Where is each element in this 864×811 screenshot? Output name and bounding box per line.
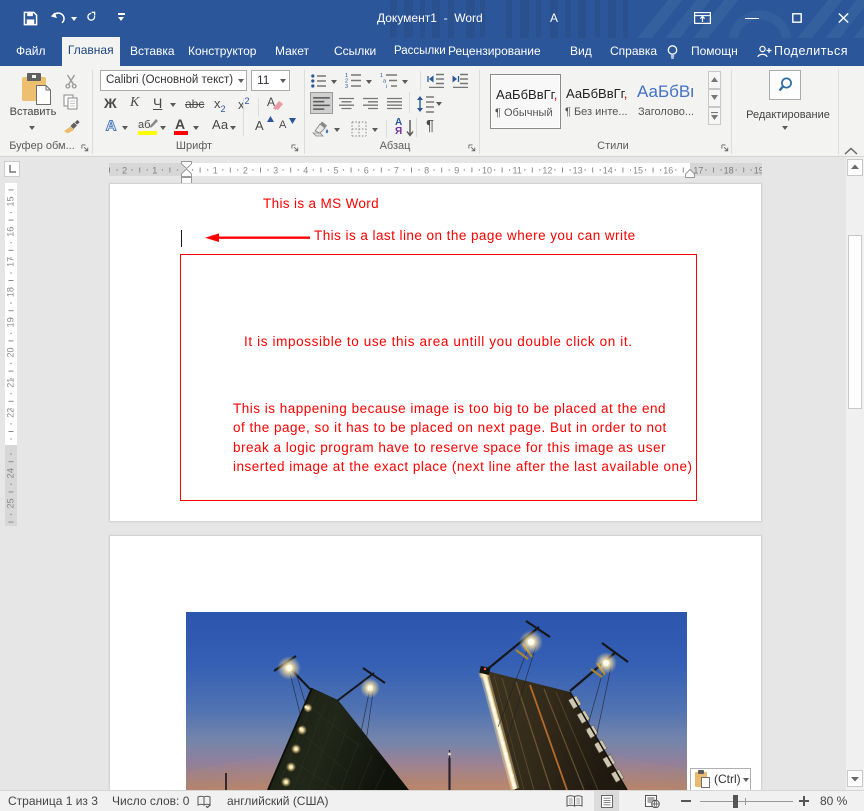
svg-text:1: 1 xyxy=(152,165,157,175)
svg-text:11: 11 xyxy=(513,165,522,175)
svg-text:22: 22 xyxy=(5,408,15,418)
svg-text:20: 20 xyxy=(5,347,15,357)
svg-text:25: 25 xyxy=(5,498,15,508)
svg-text:5: 5 xyxy=(333,165,338,175)
svg-text:15: 15 xyxy=(5,196,15,206)
svg-text:3: 3 xyxy=(273,165,278,175)
svg-text:16: 16 xyxy=(5,227,15,237)
svg-text:2: 2 xyxy=(243,165,248,175)
svg-text:7: 7 xyxy=(394,165,399,175)
svg-text:18: 18 xyxy=(724,165,734,175)
svg-text:16: 16 xyxy=(663,165,673,175)
svg-text:19: 19 xyxy=(754,165,762,175)
svg-text:14: 14 xyxy=(603,165,613,175)
svg-text:1: 1 xyxy=(213,165,218,175)
svg-text:4: 4 xyxy=(303,165,308,175)
svg-text:19: 19 xyxy=(5,317,15,327)
svg-text:9: 9 xyxy=(454,165,459,175)
svg-text:i: i xyxy=(386,84,387,89)
svg-text:17: 17 xyxy=(5,257,15,267)
svg-text:2: 2 xyxy=(122,165,127,175)
svg-text:6: 6 xyxy=(364,165,369,175)
svg-text:12: 12 xyxy=(542,165,552,175)
svg-text:13: 13 xyxy=(573,165,583,175)
svg-text:21: 21 xyxy=(5,378,15,388)
svg-text:24: 24 xyxy=(5,468,15,478)
svg-text:8: 8 xyxy=(424,165,429,175)
svg-text:3: 3 xyxy=(345,84,348,89)
svg-text:18: 18 xyxy=(5,287,15,297)
svg-text:10: 10 xyxy=(482,165,492,175)
svg-text:15: 15 xyxy=(633,165,643,175)
svg-text:А: А xyxy=(106,118,117,134)
